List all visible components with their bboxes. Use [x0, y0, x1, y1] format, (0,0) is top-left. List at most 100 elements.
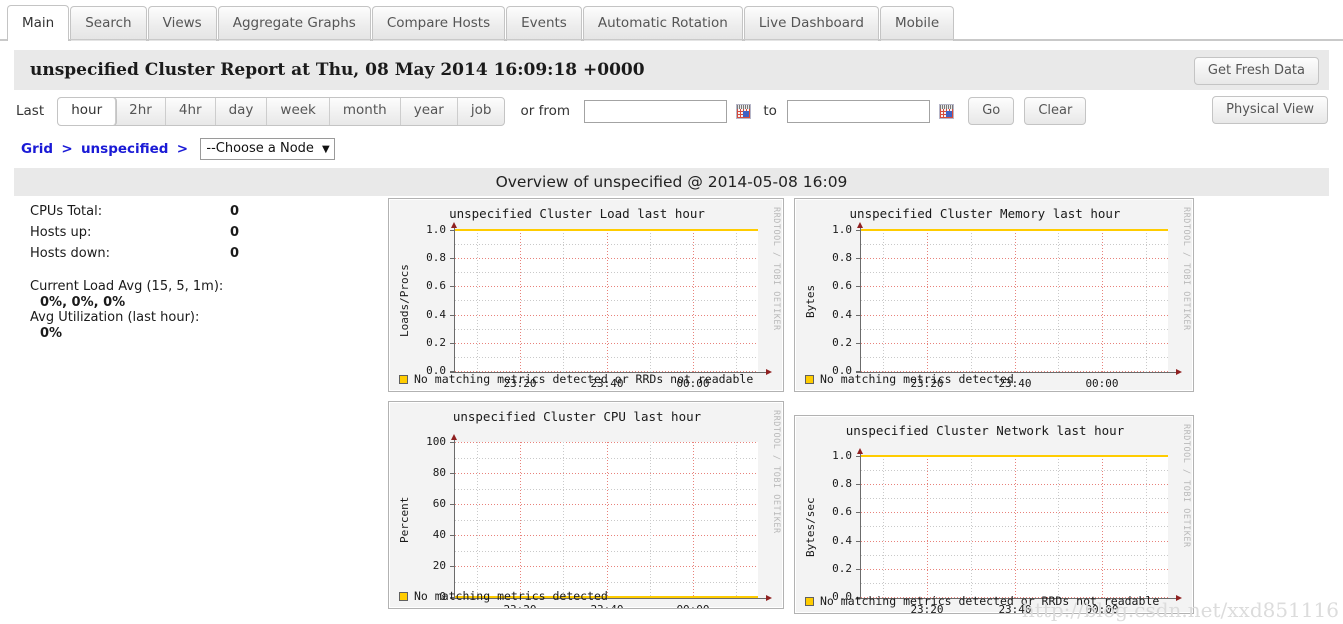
graph-plot-area	[455, 442, 758, 598]
legend-swatch-icon	[399, 592, 408, 601]
graph-plot-area	[861, 455, 1168, 598]
to-date-input[interactable]	[787, 99, 930, 123]
tab-search[interactable]: Search	[70, 6, 147, 41]
graph-network[interactable]: unspecified Cluster Network last hour RRD…	[794, 415, 1194, 614]
gridline-vertical-minor	[1146, 456, 1147, 598]
graph-title: unspecified Cluster CPU last hour	[452, 409, 702, 424]
rrdtool-credit: RRDTOOL / TOBI OETIKER	[771, 207, 781, 331]
range-button-year[interactable]: year	[401, 98, 458, 125]
range-button-month[interactable]: month	[330, 98, 401, 125]
axis-arrow-right-icon	[1176, 595, 1182, 601]
to-label: to	[763, 103, 777, 120]
tab-automatic-rotation[interactable]: Automatic Rotation	[582, 6, 743, 41]
graph-memory[interactable]: unspecified Cluster Memory last hour RRDT…	[794, 198, 1194, 392]
graph-y-tick-mark	[450, 315, 454, 316]
load-avg-value: 0%, 0%, 0%	[40, 295, 126, 310]
gridline-vertical-minor	[736, 230, 737, 372]
stat-label: Hosts down:	[30, 246, 110, 261]
graph-y-tick-label: 20	[432, 559, 446, 572]
go-button[interactable]: Go	[968, 97, 1015, 126]
graph-data-line	[861, 455, 1168, 457]
gridline-vertical	[1015, 230, 1016, 372]
time-range-button-group[interactable]: hour 2hr 4hr day week month year job	[57, 97, 506, 126]
legend-swatch-icon	[805, 597, 814, 606]
tab-compare-hosts[interactable]: Compare Hosts	[371, 6, 506, 41]
graph-y-axis	[454, 228, 455, 373]
graph-data-line	[861, 229, 1168, 231]
range-button-2hr[interactable]: 2hr	[116, 98, 166, 125]
gridline-vertical-minor	[1058, 456, 1059, 598]
graph-y-tick-mark	[450, 566, 454, 567]
gridline-vertical	[607, 230, 608, 372]
or-from-label: or from	[520, 103, 571, 120]
gridline-vertical	[520, 442, 521, 598]
stat-value: 0	[229, 204, 240, 219]
gridline-vertical-minor	[971, 230, 972, 372]
calendar-icon-from[interactable]	[736, 103, 752, 119]
graph-y-tick-mark	[856, 230, 860, 231]
graph-y-tick-mark	[856, 512, 860, 513]
graph-load[interactable]: unspecified Cluster Load last hour RRDTOO…	[388, 198, 784, 392]
tab-events[interactable]: Events	[506, 6, 582, 41]
range-button-4hr[interactable]: 4hr	[166, 98, 216, 125]
graph-y-tick-mark	[856, 456, 860, 457]
axis-arrow-up-icon	[856, 222, 863, 228]
report-header: unspecified Cluster Report at Thu, 08 Ma…	[14, 50, 1329, 90]
axis-arrow-up-icon	[450, 222, 457, 228]
tab-live-dashboard[interactable]: Live Dashboard	[743, 6, 879, 41]
graph-title: unspecified Cluster Load last hour	[449, 206, 705, 221]
graph-x-tick-label: 23:20	[503, 603, 536, 608]
gridline-vertical-minor	[883, 230, 884, 372]
axis-arrow-right-icon	[766, 595, 772, 601]
stat-value: 0	[229, 246, 240, 261]
calendar-icon-to[interactable]	[939, 103, 955, 119]
graph-y-axis	[454, 440, 455, 599]
graph-legend: No matching metrics detected	[805, 372, 1014, 386]
breadcrumb-separator-1: >	[61, 141, 73, 157]
tab-views[interactable]: Views	[147, 6, 217, 41]
graph-y-tick-label: 40	[432, 528, 446, 541]
graph-y-tick-label: 0.2	[832, 336, 852, 349]
graph-cpu[interactable]: unspecified Cluster CPU last hour RRDTOOL…	[388, 401, 784, 609]
gridline-vertical	[1102, 230, 1103, 372]
breadcrumb-cluster-link[interactable]: unspecified	[81, 141, 169, 157]
gridline-vertical-minor	[477, 442, 478, 598]
range-button-week[interactable]: week	[267, 98, 330, 125]
gridline-vertical-minor	[650, 442, 651, 598]
range-button-job[interactable]: job	[458, 98, 505, 125]
graph-legend-text: No matching metrics detected	[414, 589, 608, 603]
graph-y-tick-label: 60	[432, 497, 446, 510]
graph-title: unspecified Cluster Memory last hour	[849, 206, 1121, 221]
tab-main[interactable]: Main	[7, 5, 70, 42]
breadcrumb: Grid > unspecified > --Choose a Node ▼	[14, 132, 1329, 168]
graph-row: unspecified Cluster CPU last hour RRDTOOL…	[388, 401, 1194, 614]
graph-y-tick-mark	[450, 473, 454, 474]
range-button-hour[interactable]: hour	[58, 98, 117, 125]
graph-y-tick-label: 0.4	[832, 308, 852, 321]
physical-view-button[interactable]: Physical View	[1212, 96, 1328, 124]
tab-mobile[interactable]: Mobile	[879, 6, 955, 41]
rrdtool-credit: RRDTOOL / TOBI OETIKER	[1181, 424, 1191, 548]
graph-y-tick-mark	[450, 535, 454, 536]
get-fresh-data-button[interactable]: Get Fresh Data	[1193, 57, 1319, 85]
breadcrumb-grid-link[interactable]: Grid	[21, 141, 53, 157]
graph-row: unspecified Cluster Load last hour RRDTOO…	[388, 198, 1194, 401]
time-range-toolbar: Last hour 2hr 4hr day week month year job or fr…	[14, 90, 1329, 132]
tab-aggregate-graphs[interactable]: Aggregate Graphs	[217, 6, 371, 41]
clear-button[interactable]: Clear	[1024, 97, 1087, 126]
node-select-dropdown[interactable]: --Choose a Node ▼	[200, 138, 335, 160]
axis-arrow-up-icon	[856, 448, 863, 454]
graph-y-tick-label: 0.6	[832, 279, 852, 292]
graph-y-tick-label: 1.0	[832, 223, 852, 236]
from-date-input[interactable]	[584, 99, 728, 123]
gridline-vertical	[1015, 456, 1016, 598]
last-label: Last	[16, 103, 45, 120]
graph-y-tick-label: 0.8	[832, 477, 852, 490]
graph-y-tick-label: 0.6	[832, 505, 852, 518]
range-button-day[interactable]: day	[216, 98, 268, 125]
graph-y-tick-mark	[450, 230, 454, 231]
graph-plot-area	[455, 229, 758, 372]
breadcrumb-separator-2: >	[176, 141, 189, 157]
gridline-vertical	[607, 442, 608, 598]
axis-arrow-right-icon	[766, 369, 772, 375]
